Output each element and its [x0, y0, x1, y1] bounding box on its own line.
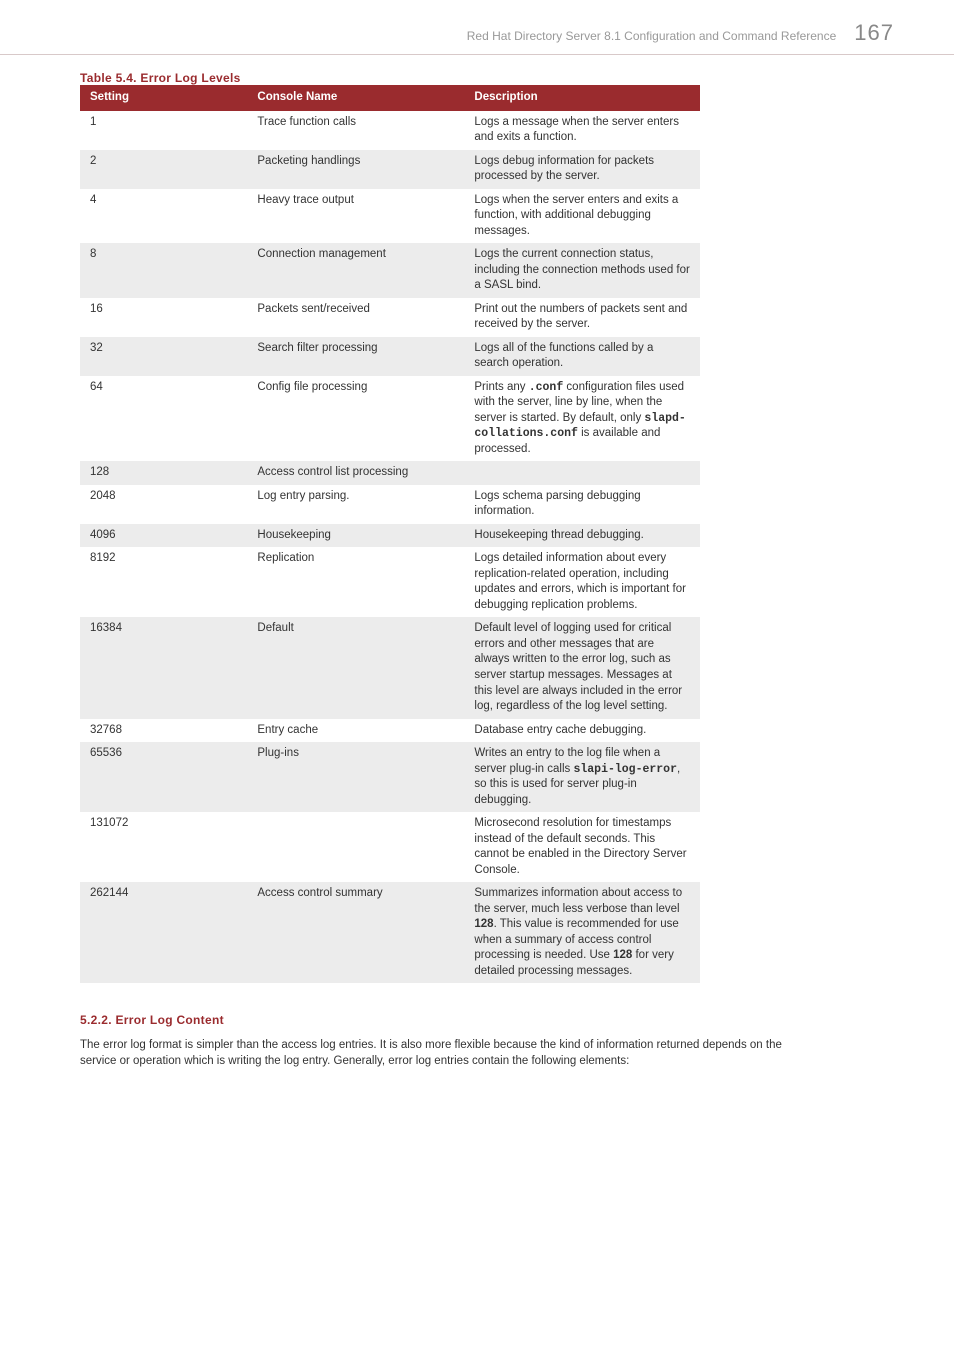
cell-console: Trace function calls	[247, 111, 464, 150]
cell-setting: 32768	[80, 719, 247, 743]
cell-setting: 1	[80, 111, 247, 150]
table-row: 262144Access control summarySummarizes i…	[80, 882, 700, 983]
header-description: Description	[464, 85, 700, 111]
cell-description: Logs a message when the server enters an…	[464, 111, 700, 150]
table-row: 4Heavy trace outputLogs when the server …	[80, 189, 700, 244]
cell-console: Plug-ins	[247, 742, 464, 812]
doc-title: Red Hat Directory Server 8.1 Configurati…	[467, 29, 837, 43]
cell-console: Housekeeping	[247, 524, 464, 548]
cell-description: Default level of logging used for critic…	[464, 617, 700, 718]
table-row: 128Access control list processing	[80, 461, 700, 485]
table-row: 32Search filter processingLogs all of th…	[80, 337, 700, 376]
table-caption: Table 5.4. Error Log Levels	[80, 71, 874, 85]
table-row: 8Connection managementLogs the current c…	[80, 243, 700, 298]
cell-setting: 128	[80, 461, 247, 485]
cell-setting: 16	[80, 298, 247, 337]
cell-console: Packeting handlings	[247, 150, 464, 189]
cell-description: Database entry cache debugging.	[464, 719, 700, 743]
cell-console: Entry cache	[247, 719, 464, 743]
header-setting: Setting	[80, 85, 247, 111]
cell-description: Print out the numbers of packets sent an…	[464, 298, 700, 337]
cell-setting: 2	[80, 150, 247, 189]
cell-setting: 65536	[80, 742, 247, 812]
page-number: 167	[854, 20, 894, 46]
cell-description: Logs schema parsing debugging informatio…	[464, 485, 700, 524]
header-console: Console Name	[247, 85, 464, 111]
table-row: 16Packets sent/receivedPrint out the num…	[80, 298, 700, 337]
cell-description: Writes an entry to the log file when a s…	[464, 742, 700, 812]
cell-description: Logs all of the functions called by a se…	[464, 337, 700, 376]
cell-console: Packets sent/received	[247, 298, 464, 337]
cell-console: Search filter processing	[247, 337, 464, 376]
cell-description: Microsecond resolution for timestamps in…	[464, 812, 700, 882]
cell-setting: 2048	[80, 485, 247, 524]
cell-description: Logs detailed information about every re…	[464, 547, 700, 617]
table-row: 1Trace function callsLogs a message when…	[80, 111, 700, 150]
table-row: 2048Log entry parsing.Logs schema parsin…	[80, 485, 700, 524]
table-header-row: Setting Console Name Description	[80, 85, 700, 111]
cell-setting: 131072	[80, 812, 247, 882]
cell-setting: 8	[80, 243, 247, 298]
section-paragraph: The error log format is simpler than the…	[80, 1037, 800, 1069]
cell-console: Default	[247, 617, 464, 718]
cell-console	[247, 812, 464, 882]
table-row: 4096HousekeepingHousekeeping thread debu…	[80, 524, 700, 548]
section-heading: 5.2.2. Error Log Content	[80, 1013, 874, 1027]
cell-description: Prints any .conf configuration files use…	[464, 376, 700, 462]
cell-console: Connection management	[247, 243, 464, 298]
cell-setting: 16384	[80, 617, 247, 718]
table-row: 131072 Microsecond resolution for timesta…	[80, 812, 700, 882]
cell-console: Access control summary	[247, 882, 464, 983]
cell-description: Summarizes information about access to t…	[464, 882, 700, 983]
cell-console: Access control list processing	[247, 461, 464, 485]
table-row: 16384DefaultDefault level of logging use…	[80, 617, 700, 718]
table-row: 2Packeting handlingsLogs debug informati…	[80, 150, 700, 189]
cell-setting: 64	[80, 376, 247, 462]
cell-setting: 262144	[80, 882, 247, 983]
cell-console: Log entry parsing.	[247, 485, 464, 524]
table-row: 65536Plug-insWrites an entry to the log …	[80, 742, 700, 812]
table-row: 64Config file processingPrints any .conf…	[80, 376, 700, 462]
cell-console: Heavy trace output	[247, 189, 464, 244]
cell-setting: 8192	[80, 547, 247, 617]
cell-description: Logs the current connection status, incl…	[464, 243, 700, 298]
cell-console: Config file processing	[247, 376, 464, 462]
cell-setting: 4096	[80, 524, 247, 548]
error-log-levels-table: Setting Console Name Description 1Trace …	[80, 85, 700, 983]
cell-setting: 4	[80, 189, 247, 244]
cell-description: Logs when the server enters and exits a …	[464, 189, 700, 244]
cell-description: Housekeeping thread debugging.	[464, 524, 700, 548]
cell-description: Logs debug information for packets proce…	[464, 150, 700, 189]
content-area: Table 5.4. Error Log Levels Setting Cons…	[0, 71, 954, 1109]
page-header: Red Hat Directory Server 8.1 Configurati…	[0, 0, 954, 55]
table-row: 32768Entry cacheDatabase entry cache deb…	[80, 719, 700, 743]
table-row: 8192ReplicationLogs detailed information…	[80, 547, 700, 617]
cell-console: Replication	[247, 547, 464, 617]
cell-setting: 32	[80, 337, 247, 376]
cell-description	[464, 461, 700, 485]
